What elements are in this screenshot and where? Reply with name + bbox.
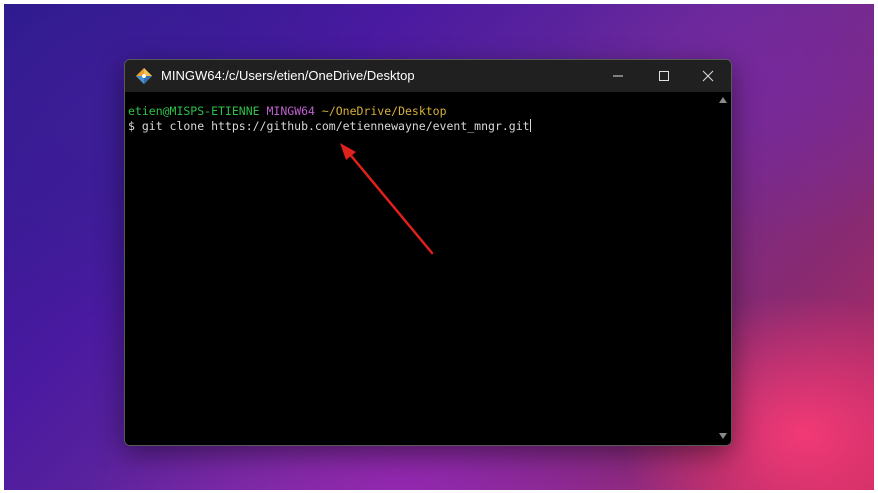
close-button[interactable] — [685, 60, 731, 92]
maximize-button[interactable] — [641, 60, 687, 92]
scroll-down-arrow-icon[interactable] — [719, 432, 727, 440]
scroll-up-arrow-icon[interactable] — [719, 96, 727, 104]
command-line[interactable]: $ git clone https://github.com/etiennewa… — [128, 119, 715, 134]
maximize-icon — [659, 71, 669, 81]
window-title: MINGW64:/c/Users/etien/OneDrive/Desktop — [161, 68, 415, 83]
prompt-system: MINGW64 — [266, 104, 315, 118]
git-bash-icon — [136, 68, 152, 84]
terminal-output[interactable]: etien@MISPS-ETIENNE MINGW64 ~/OneDrive/D… — [125, 92, 715, 445]
text-cursor — [529, 119, 531, 132]
prompt-user-host: etien@MISPS-ETIENNE — [128, 104, 260, 118]
command-text: $ git clone https://github.com/etiennewa… — [128, 119, 530, 133]
vertical-scrollbar[interactable] — [715, 92, 731, 445]
minimize-icon — [613, 75, 623, 77]
prompt-line: etien@MISPS-ETIENNE MINGW64 ~/OneDrive/D… — [128, 104, 715, 119]
terminal-window: MINGW64:/c/Users/etien/OneDrive/Desktop … — [124, 59, 732, 446]
minimize-button[interactable] — [595, 60, 641, 92]
prompt-path: ~/OneDrive/Desktop — [321, 104, 447, 118]
title-bar[interactable]: MINGW64:/c/Users/etien/OneDrive/Desktop — [125, 60, 731, 92]
close-icon — [702, 70, 714, 82]
